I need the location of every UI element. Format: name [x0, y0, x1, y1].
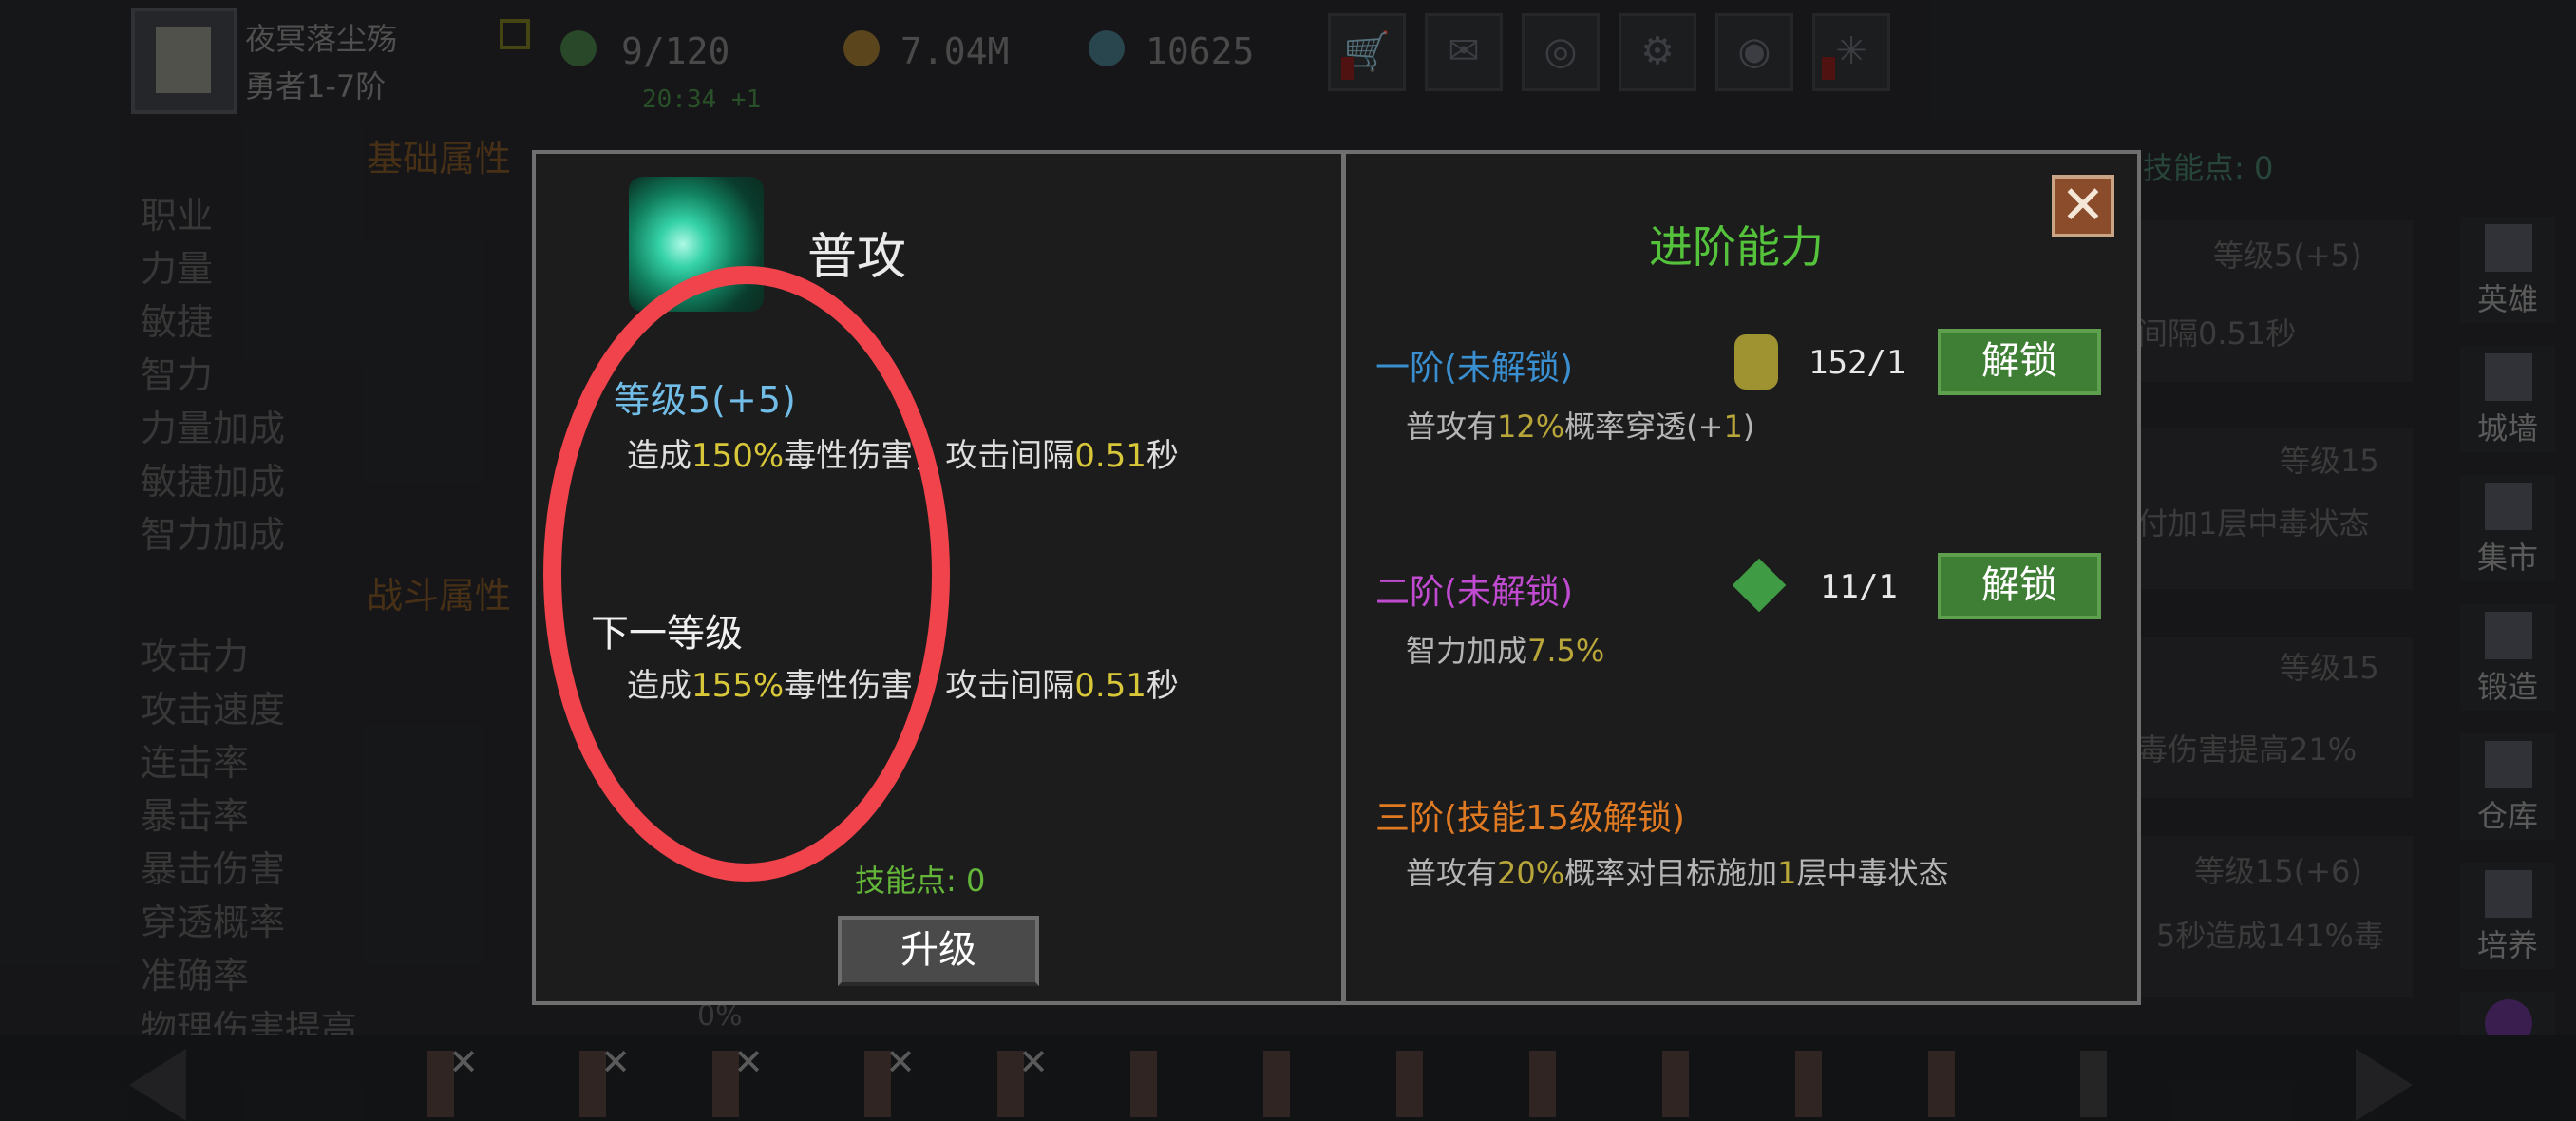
tier-1-unlock-button[interactable]: 解锁: [1938, 329, 2101, 395]
modal-divider: [1341, 154, 1346, 1001]
desc-text: ): [1742, 408, 1755, 445]
green-gem-icon: [1732, 558, 1787, 613]
advanced-abilities-title: 进阶能力: [1649, 221, 1824, 273]
tier-2-desc: 智力加成7.5%: [1406, 627, 1604, 671]
desc-text: 智力加成: [1406, 633, 1528, 669]
close-icon: ✕: [2060, 175, 2106, 237]
desc-text: 秒: [1146, 667, 1179, 705]
desc-text: 普攻有: [1406, 855, 1498, 891]
desc-value: 7.5%: [1527, 633, 1605, 669]
tier-1-desc: 普攻有12%概率穿透(+1): [1406, 403, 1754, 446]
tier-3-title: 三阶(技能15级解锁): [1375, 799, 1685, 838]
desc-text: 概率对目标施加: [1564, 855, 1778, 891]
desc-text: 秒: [1146, 437, 1179, 475]
desc-value: 0.51: [1074, 437, 1146, 475]
tier-2-title: 二阶(未解锁): [1375, 573, 1574, 612]
skill-name: 普攻: [807, 229, 907, 286]
tier-1-cost: 152/1: [1809, 344, 1906, 382]
close-button[interactable]: ✕: [2052, 175, 2114, 238]
desc-value: 20%: [1497, 855, 1565, 891]
rune-stone-icon: [1734, 334, 1778, 390]
tier-2-cost: 11/1: [1820, 568, 1898, 606]
highlight-ellipse: [543, 266, 950, 882]
upgrade-button[interactable]: 升级: [838, 916, 1039, 986]
tier-2-unlock-button[interactable]: 解锁: [1938, 553, 2101, 619]
desc-value: 1: [1777, 855, 1797, 891]
desc-value: 1: [1723, 408, 1743, 445]
skill-points: 技能点: 0: [855, 863, 986, 899]
desc-value: 12%: [1497, 408, 1565, 445]
desc-text: 概率穿透(+: [1564, 408, 1724, 445]
desc-text: 层中毒状态: [1796, 855, 1949, 891]
desc-text: 普攻有: [1406, 408, 1498, 445]
desc-value: 0.51: [1074, 667, 1146, 705]
tier-1-title: 一阶(未解锁): [1375, 349, 1574, 388]
tier-3-desc: 普攻有20%概率对目标施加1层中毒状态: [1406, 849, 1949, 893]
